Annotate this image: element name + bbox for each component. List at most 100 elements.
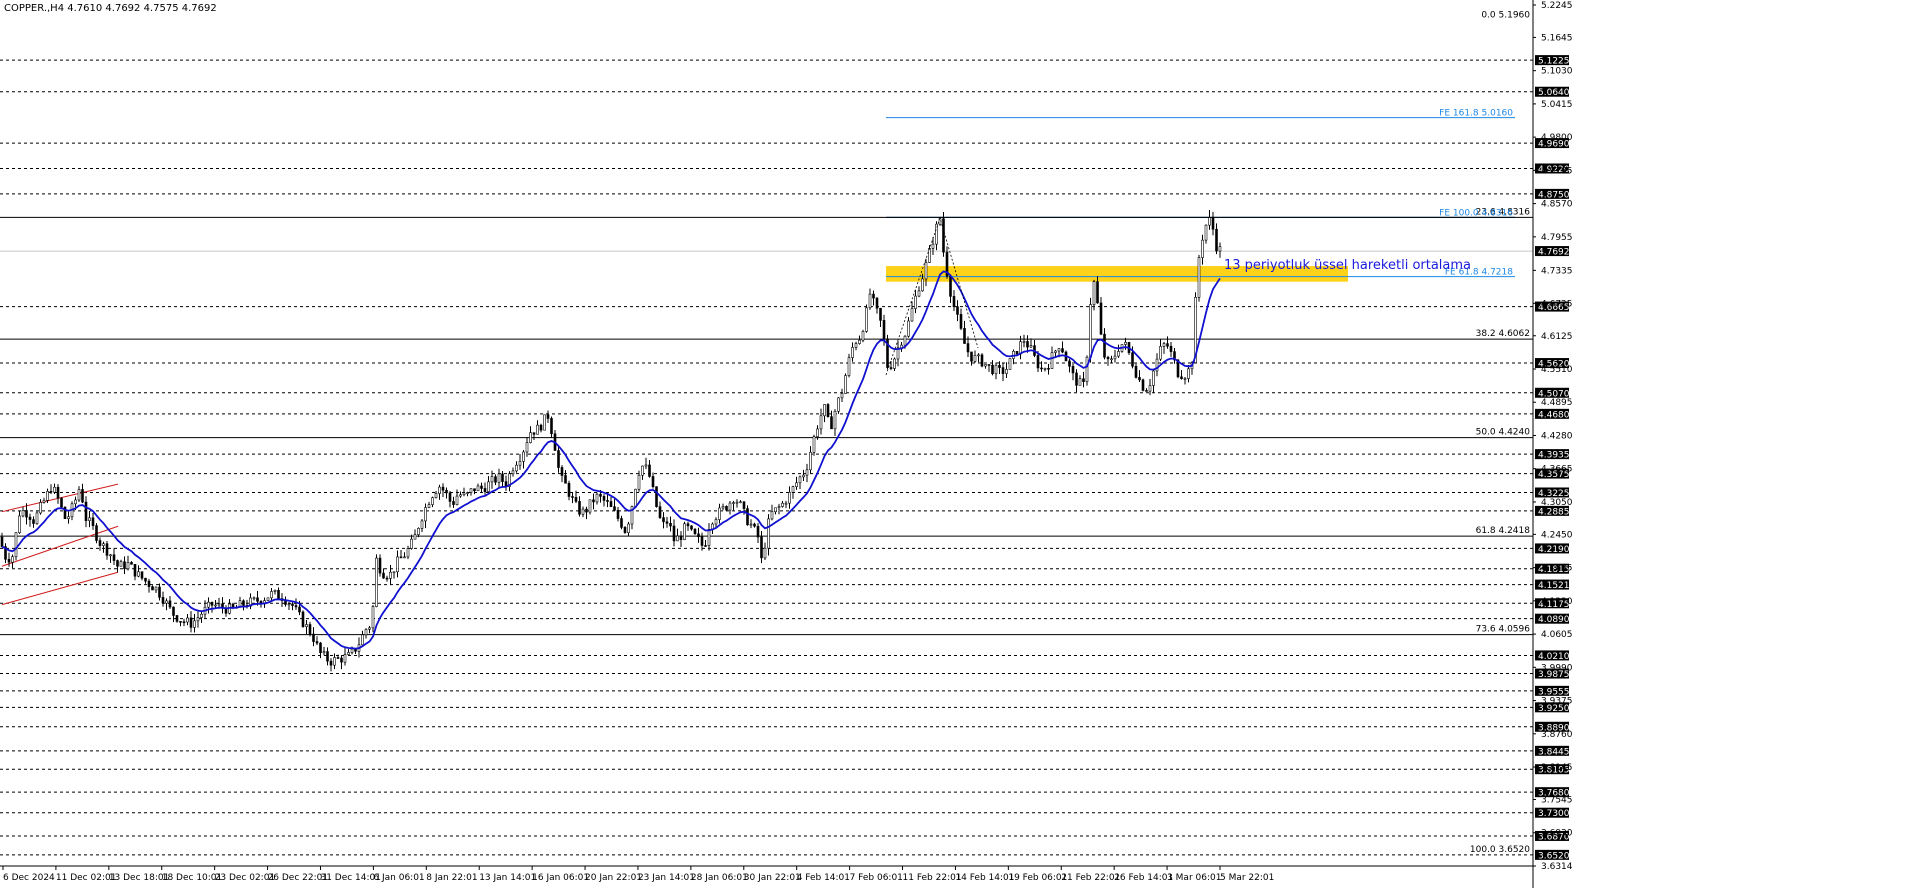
- candle-body: [1131, 352, 1134, 367]
- candle-body: [417, 528, 420, 535]
- candle-body: [662, 517, 665, 523]
- x-tick-label: 14 Feb 14:01: [955, 873, 1014, 883]
- candle-body: [903, 335, 907, 346]
- candle-body: [574, 497, 578, 502]
- x-tick-label: 19 Feb 06:01: [1008, 873, 1067, 883]
- candle-body: [154, 586, 158, 591]
- candle-body: [1047, 368, 1050, 370]
- candle-body: [1092, 281, 1096, 305]
- candle-body: [1043, 368, 1047, 370]
- candle-body: [399, 556, 403, 559]
- x-tick-label: 16 Jan 06:01: [532, 873, 589, 883]
- candle-body: [326, 651, 329, 662]
- y-tick-label: 4.0605: [1541, 630, 1573, 640]
- candle-body: [1211, 216, 1215, 230]
- candle-body: [1215, 228, 1218, 252]
- candle-body: [798, 476, 802, 484]
- candle-body: [987, 364, 991, 366]
- candle-body: [924, 262, 928, 280]
- candle-body: [291, 603, 294, 606]
- candle-body: [669, 523, 672, 527]
- candle-body: [410, 538, 413, 549]
- candle-body: [830, 416, 833, 430]
- candle-body: [473, 488, 476, 492]
- candle-body: [483, 488, 487, 492]
- candle-body: [441, 486, 445, 491]
- candle-body: [868, 293, 872, 309]
- y-tick-label: 5.1030: [1541, 67, 1573, 77]
- candle-body: [851, 347, 854, 358]
- candle-body: [322, 651, 326, 654]
- candle-body: [532, 432, 536, 435]
- candle-body: [627, 523, 630, 533]
- candle-body: [193, 620, 196, 628]
- candle-body: [515, 464, 518, 472]
- candle-body: [588, 499, 592, 513]
- y-tick-label: 5.0415: [1541, 100, 1573, 110]
- candle-body: [273, 590, 277, 592]
- candle-body: [693, 528, 697, 535]
- candle-body: [340, 657, 343, 663]
- candle-body: [98, 540, 102, 546]
- candle-body: [1057, 348, 1061, 352]
- candle-body: [767, 518, 770, 549]
- candle-body: [469, 488, 473, 493]
- candle-body: [910, 308, 914, 322]
- candle-body: [1159, 346, 1162, 360]
- y-tick-label: 4.2450: [1541, 530, 1573, 540]
- candle-body: [606, 500, 609, 502]
- candle-body: [424, 507, 427, 522]
- candle-body: [361, 634, 364, 646]
- y-tick-label: 3.8145: [1541, 763, 1573, 773]
- candle-body: [795, 482, 798, 488]
- candle-body: [707, 529, 711, 546]
- candle-body: [140, 571, 144, 579]
- candle-body: [368, 627, 371, 630]
- candle-body: [721, 506, 725, 509]
- candle-body: [809, 452, 812, 471]
- candle-body: [865, 307, 868, 332]
- candle-body: [539, 424, 543, 431]
- candle-body: [343, 654, 347, 663]
- candle-body: [1089, 304, 1092, 358]
- candle-body: [266, 597, 270, 601]
- candle-body: [756, 525, 760, 538]
- y-tick-label: 4.7335: [1541, 266, 1573, 276]
- candle-body: [543, 414, 546, 431]
- candle-body: [791, 486, 795, 493]
- candle-body: [686, 523, 690, 527]
- candle-body: [746, 508, 749, 526]
- candle-body: [581, 508, 585, 515]
- candle-body: [1022, 341, 1026, 343]
- candle-body: [130, 562, 133, 565]
- fibonacci-level-label: 61.8 4.2418: [1476, 526, 1531, 536]
- chart-container[interactable]: 0.0 5.1960 23.6 4.8316 38.2 4.6062 50.0 4.4…: [0, 0, 1916, 888]
- candle-body: [917, 290, 921, 297]
- candle-body: [1134, 365, 1138, 378]
- x-tick-label: 31 Dec 14:01: [320, 873, 381, 883]
- x-tick-label: 6 Dec 2024: [3, 873, 55, 883]
- candle-body: [298, 606, 301, 613]
- candle-body: [46, 490, 49, 501]
- candle-body: [385, 577, 389, 580]
- price-badge-label: 4.3935: [1538, 451, 1570, 461]
- candle-body: [1124, 342, 1127, 345]
- candle-body: [312, 633, 315, 642]
- y-tick-label: 3.9990: [1541, 663, 1573, 673]
- candle-body: [781, 502, 784, 507]
- candle-body: [109, 554, 112, 557]
- candle-body: [105, 543, 109, 556]
- candle-body: [1029, 345, 1033, 348]
- candle-body: [28, 516, 32, 520]
- x-tick-label: 8 Jan 22:01: [426, 873, 477, 883]
- candle-body: [277, 590, 280, 599]
- candle-body: [620, 518, 623, 528]
- candle-body: [749, 523, 753, 526]
- candle-body: [196, 617, 200, 622]
- candle-body: [1106, 356, 1110, 360]
- candle-body: [182, 621, 186, 624]
- candle-body: [1099, 302, 1103, 335]
- candle-body: [151, 586, 154, 591]
- price-chart[interactable]: 0.0 5.196023.6 4.831638.2 4.606250.0 4.4…: [0, 0, 1916, 888]
- candle-body: [186, 617, 189, 623]
